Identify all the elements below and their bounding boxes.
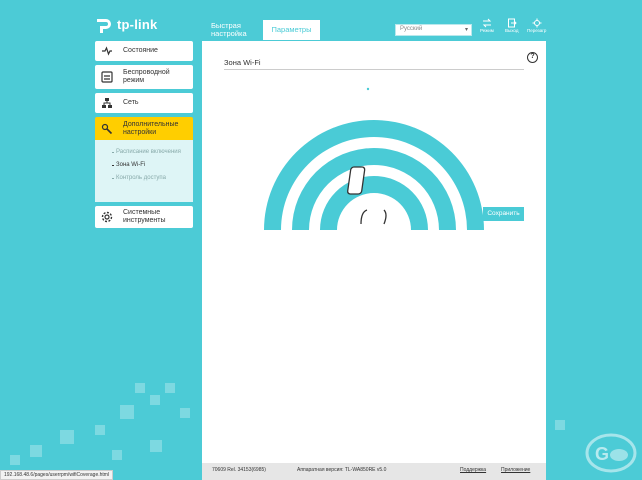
level-mid-option: Средн. — [365, 114, 390, 121]
system-tools-icon — [101, 211, 113, 223]
tab-quick-setup[interactable]: Быстрая настройка — [207, 20, 263, 40]
level-min-radio — [365, 143, 371, 149]
reboot-button[interactable]: Перезагр — [527, 18, 546, 33]
level-max-option: Макс. — [365, 86, 387, 93]
sidebar-item-wireless[interactable]: Беспроводной режим — [95, 65, 193, 89]
level-max-label: Макс. — [374, 87, 387, 93]
decor-square — [135, 383, 145, 393]
logout-label: Выход — [505, 28, 519, 33]
decor-square — [150, 395, 160, 405]
advanced-icon — [101, 123, 113, 134]
sidebar-item-label: Системные инструменты — [123, 209, 166, 224]
decor-square — [120, 405, 134, 419]
tp-link-logo-icon — [97, 19, 111, 33]
logout-button[interactable]: Выход — [505, 18, 518, 33]
sidebar-item-label: Беспроводной режим — [123, 69, 170, 84]
coverage-diagram: Макс. Средн. Мин. — [264, 86, 484, 230]
language-select[interactable]: Русский ▾ — [395, 24, 472, 36]
submenu-item-access-control[interactable]: Контроль доступа — [95, 172, 193, 185]
level-mid-radio — [365, 114, 371, 120]
coverage-arc-min — [320, 176, 428, 230]
sidebar-item-label: Дополнительные настройки — [123, 120, 179, 136]
browser-status-url: 192.168.48.6/pages/userrpm/wifiCoverage.… — [0, 470, 114, 480]
sidebar-item-label: Состояние — [123, 47, 158, 54]
decor-square — [555, 420, 565, 430]
sidebar: Состояние Беспроводной режим Сеть Дополн… — [95, 41, 193, 232]
site-watermark-icon: G — [585, 433, 637, 473]
logout-icon — [507, 18, 517, 28]
app-link[interactable]: Приложение — [501, 467, 530, 473]
mode-label: Режим — [480, 28, 494, 33]
level-min-label: Мин. — [374, 144, 385, 150]
sidebar-item-advanced[interactable]: Дополнительные настройки — [95, 117, 193, 140]
support-link[interactable]: Поддержка — [460, 467, 486, 473]
level-mid-label: Средн. — [374, 115, 390, 121]
network-icon — [102, 98, 112, 108]
save-button[interactable]: Сохранить — [483, 207, 524, 221]
tp-link-logo: tp-link — [94, 14, 157, 34]
sidebar-item-network[interactable]: Сеть — [95, 93, 193, 113]
decor-square — [95, 425, 105, 435]
hardware-version: Аппаратная версия: TL-WA850RE v5.0 — [297, 467, 387, 473]
help-icon[interactable]: ? — [527, 52, 538, 63]
decor-square — [60, 430, 74, 444]
decor-square — [150, 440, 162, 452]
title-divider — [224, 69, 524, 70]
reboot-icon — [532, 18, 542, 28]
wireless-icon — [101, 71, 113, 83]
chevron-down-icon: ▾ — [464, 27, 468, 33]
sidebar-item-status[interactable]: Состояние — [95, 41, 193, 61]
main-content: Зона Wi-Fi ? Макс. Средн. Мин. Сохранить — [202, 41, 546, 463]
svg-text:G: G — [595, 444, 609, 464]
mode-icon — [482, 18, 492, 28]
firmware-version: 70609 Rel. 34153(6985) — [212, 467, 266, 473]
decor-square — [180, 408, 190, 418]
decor-square — [165, 383, 175, 393]
submenu-item-wifi-coverage[interactable]: Зона Wi-Fi — [95, 159, 193, 172]
language-selected: Русский — [400, 26, 423, 32]
reboot-label: Перезагр — [527, 28, 547, 33]
advanced-submenu: Расписание включения Зона Wi-Fi Контроль… — [95, 140, 193, 202]
sidebar-item-system-tools[interactable]: Системные инструменты — [95, 206, 193, 228]
logo-text: tp-link — [117, 16, 158, 32]
status-icon — [102, 46, 112, 56]
decor-square — [112, 450, 122, 460]
mode-button[interactable]: Режим — [480, 18, 494, 33]
decor-square — [30, 445, 42, 457]
tab-settings[interactable]: Параметры — [263, 20, 320, 40]
submenu-item-schedule[interactable]: Расписание включения — [95, 146, 193, 159]
sidebar-item-label: Сеть — [123, 99, 139, 106]
top-tabs: Быстрая настройка Параметры — [207, 20, 320, 40]
page-title: Зона Wi-Fi — [224, 58, 261, 67]
